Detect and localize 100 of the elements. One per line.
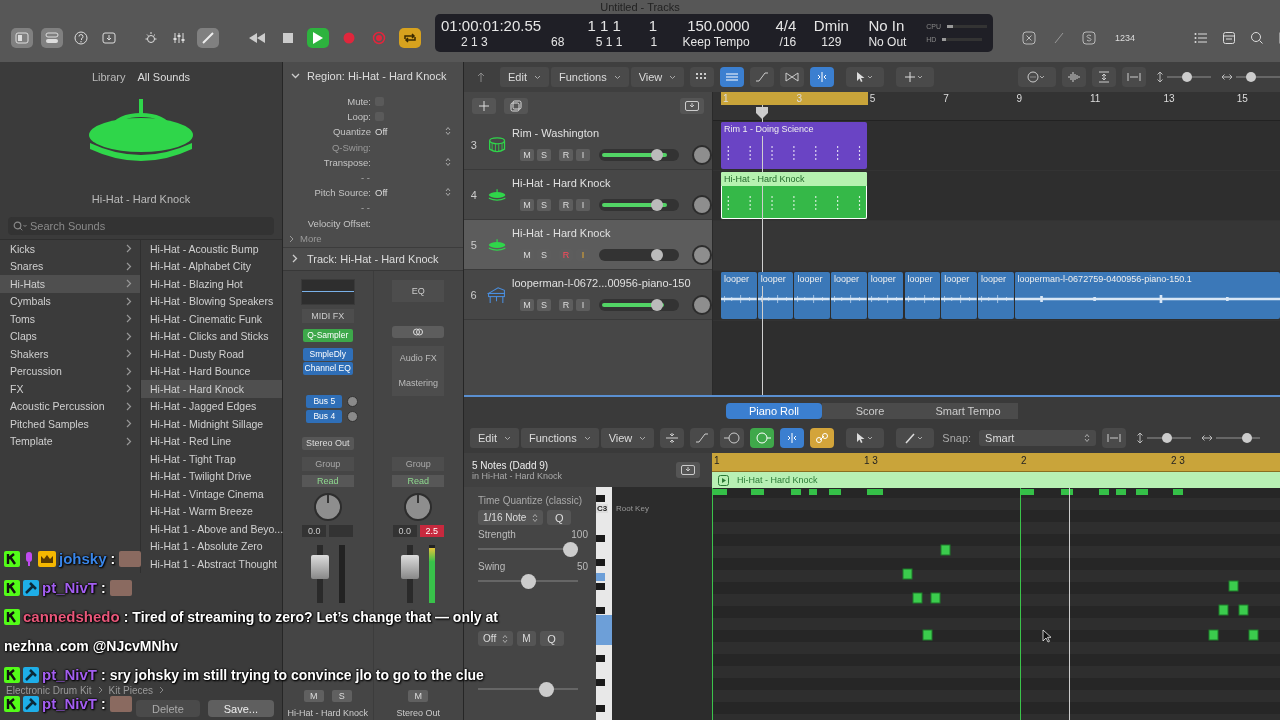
flex-button[interactable] <box>780 67 805 87</box>
region[interactable]: looper <box>757 272 794 319</box>
catch-playhead-button[interactable] <box>810 67 835 87</box>
sound-item[interactable]: Hi-Hat - Hard Knock <box>141 380 282 398</box>
region[interactable]: looperman-l-0672759-0400956-piano-150.1 <box>1014 272 1280 319</box>
midi-out-button[interactable] <box>750 428 775 448</box>
category-item[interactable]: Template <box>0 432 140 450</box>
quantize-button[interactable]: Q <box>539 631 564 646</box>
download-button[interactable] <box>680 98 704 114</box>
category-item[interactable]: Shakers <box>0 345 140 363</box>
box-x-icon[interactable] <box>1022 31 1036 45</box>
grid-view-button[interactable] <box>690 67 715 87</box>
track-toggle[interactable]: I <box>576 198 590 211</box>
track-header[interactable]: 6 looperman-l-0672...00956-piano-150 M S R I <box>464 270 712 320</box>
region[interactable]: looper <box>831 272 867 319</box>
cycle-button[interactable] <box>399 28 421 48</box>
automation-button[interactable] <box>750 67 775 87</box>
disclosure-icon[interactable] <box>289 234 294 243</box>
track-toggle[interactable]: R <box>559 198 573 211</box>
track-header[interactable]: 5 Hi-Hat - Hard Knock M S R I <box>464 220 712 270</box>
category-item[interactable]: Acoustic Percussion <box>0 397 140 415</box>
pan-knob[interactable] <box>692 294 712 315</box>
vertical-fit-button[interactable] <box>1092 67 1116 87</box>
sound-item[interactable]: Hi-Hat - Tight Trap <box>141 450 282 468</box>
catch-playhead-button[interactable] <box>780 428 805 448</box>
sound-item[interactable]: Hi-Hat - Alphabet City <box>141 257 282 275</box>
send-slot[interactable]: Bus 4 <box>306 409 343 423</box>
mixer-sliders-icon[interactable] <box>172 31 186 45</box>
volume-slider[interactable] <box>599 248 679 261</box>
track-toggle[interactable]: S <box>537 198 551 211</box>
link-button[interactable] <box>392 325 445 338</box>
track-toggle[interactable]: M <box>520 198 534 211</box>
region[interactable]: looper <box>867 272 904 319</box>
quantize-button[interactable]: Q <box>547 510 572 525</box>
sound-item[interactable]: Hi-Hat - Hard Bounce <box>141 362 282 380</box>
menu-button[interactable]: Edit <box>500 67 549 87</box>
snap-popup[interactable]: Smart <box>979 430 1096 446</box>
more-options-button[interactable] <box>1018 67 1056 87</box>
automation-button[interactable] <box>690 428 715 448</box>
pan-knob[interactable] <box>692 194 712 215</box>
library-button[interactable]: Delete <box>135 700 200 717</box>
breadcrumb-link[interactable]: Electronic Drum Kit <box>6 684 92 696</box>
track-toggle[interactable]: M <box>520 148 534 161</box>
group-slot[interactable]: Group <box>392 456 445 471</box>
notepad-icon[interactable] <box>1222 31 1237 45</box>
brightness-icon[interactable] <box>144 31 158 45</box>
sound-item[interactable]: Hi-Hat 1 - Above and Beyo... <box>141 520 282 538</box>
strip-button[interactable]: S <box>331 690 352 702</box>
category-item[interactable]: Pitched Samples <box>0 415 140 433</box>
popup-menu[interactable]: Off <box>375 126 463 138</box>
disclosure-icon[interactable] <box>291 73 300 79</box>
region[interactable]: Rim 1 - Doing Science <box>721 122 867 169</box>
pointer-tool-button[interactable] <box>846 67 885 87</box>
menu-button[interactable]: View <box>630 67 685 87</box>
category-item[interactable]: Cymbals <box>0 292 140 310</box>
sound-item[interactable]: Hi-Hat - Warm Breeze <box>141 502 282 520</box>
track-header[interactable]: 3 Rim - Washington M S R I <box>464 120 712 170</box>
track-toggle[interactable]: R <box>559 298 573 311</box>
volume-slider[interactable] <box>599 198 679 211</box>
pointer-tool-button[interactable] <box>846 428 885 448</box>
track-toggle[interactable]: S <box>537 148 551 161</box>
quantize-popup[interactable]: 1/16 Note <box>478 510 544 525</box>
sound-item[interactable]: Hi-Hat - Twilight Drive <box>141 467 282 485</box>
region[interactable]: looper <box>721 272 757 319</box>
sound-item[interactable]: Hi-Hat 1 - Absolute Zero <box>141 537 282 555</box>
track-toggle[interactable]: I <box>576 298 590 311</box>
up-arrow-icon[interactable] <box>476 71 486 83</box>
strip-button[interactable]: M <box>408 690 429 702</box>
group-slot[interactable]: Group <box>301 456 354 471</box>
scale-quantize-popup[interactable]: Off <box>478 631 514 646</box>
menu-button[interactable]: Edit <box>470 428 519 448</box>
midi-in-button[interactable] <box>720 428 745 448</box>
scale-mode-popup[interactable]: M <box>517 631 536 646</box>
download-button[interactable] <box>676 462 700 478</box>
more-link[interactable]: More <box>300 233 322 245</box>
track-toggle[interactable]: S <box>537 298 551 311</box>
menu-button[interactable]: Functions <box>550 67 629 87</box>
disclosure-icon[interactable] <box>292 254 298 264</box>
sound-item[interactable]: Hi-Hat - Red Line <box>141 432 282 450</box>
menu-button[interactable]: Functions <box>520 428 599 448</box>
sound-item[interactable]: Hi-Hat - Dusty Road <box>141 345 282 363</box>
play-button[interactable] <box>307 28 329 48</box>
region[interactable]: looper <box>904 272 941 319</box>
list-icon[interactable] <box>1194 32 1209 44</box>
sound-filter-popup[interactable]: All Sounds <box>137 71 191 83</box>
sound-item[interactable]: Hi-Hat - Jagged Edges <box>141 397 282 415</box>
pan-knob[interactable] <box>692 144 712 165</box>
pan-knob[interactable] <box>404 492 433 521</box>
list-view-button[interactable] <box>720 67 745 87</box>
help-icon[interactable] <box>74 31 88 45</box>
menu-button[interactable]: View <box>600 428 655 448</box>
search-field[interactable]: Search Sounds <box>8 217 274 235</box>
category-item[interactable]: Kicks <box>0 240 140 258</box>
search-icon[interactable] <box>1250 31 1265 45</box>
region-header[interactable]: Hi-Hat - Hard Knock <box>712 472 1280 488</box>
sound-item[interactable]: Hi-Hat - Blowing Speakers <box>141 292 282 310</box>
editor-tab[interactable]: Smart Tempo <box>918 403 1018 419</box>
automation-mode[interactable]: Read <box>392 474 445 487</box>
library-button[interactable]: Save... <box>207 700 274 717</box>
track-toggle[interactable]: I <box>576 148 590 161</box>
